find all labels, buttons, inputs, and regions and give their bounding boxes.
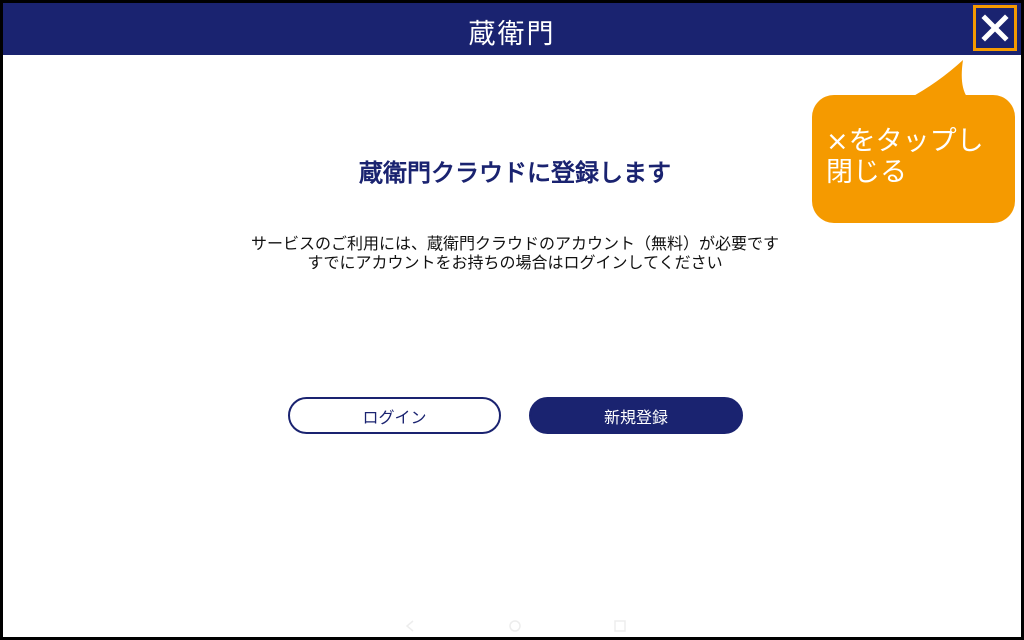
page-title: 蔵衛門クラウドに登録します xyxy=(359,159,671,187)
back-icon[interactable] xyxy=(403,619,417,633)
register-button-label: 新規登録 xyxy=(603,407,668,427)
description-line-2: すでにアカウントをお持ちの場合はログインしてください xyxy=(307,253,723,272)
register-button[interactable]: 新規登録 xyxy=(529,397,743,434)
home-icon[interactable] xyxy=(508,619,522,633)
system-nav-bar xyxy=(3,615,1021,637)
close-x-icon xyxy=(981,14,1009,42)
header-bar: 蔵衛門 xyxy=(3,3,1021,55)
close-button[interactable] xyxy=(973,5,1017,51)
app-window: 蔵衛門 ×をタップし 閉じる 蔵衛門クラウドに登録します サービスのご利用には、… xyxy=(0,0,1024,640)
description-line-1: サービスのご利用には、蔵衛門クラウドのアカウント（無料）が必要です xyxy=(250,234,779,253)
login-button-label: ログイン xyxy=(362,407,427,427)
recents-icon[interactable] xyxy=(613,619,627,633)
login-button[interactable]: ログイン xyxy=(288,397,501,434)
description: サービスのご利用には、蔵衛門クラウドのアカウント（無料）が必要です すでにアカウ… xyxy=(3,234,1021,272)
app-logo: 蔵衛門 xyxy=(468,19,556,50)
